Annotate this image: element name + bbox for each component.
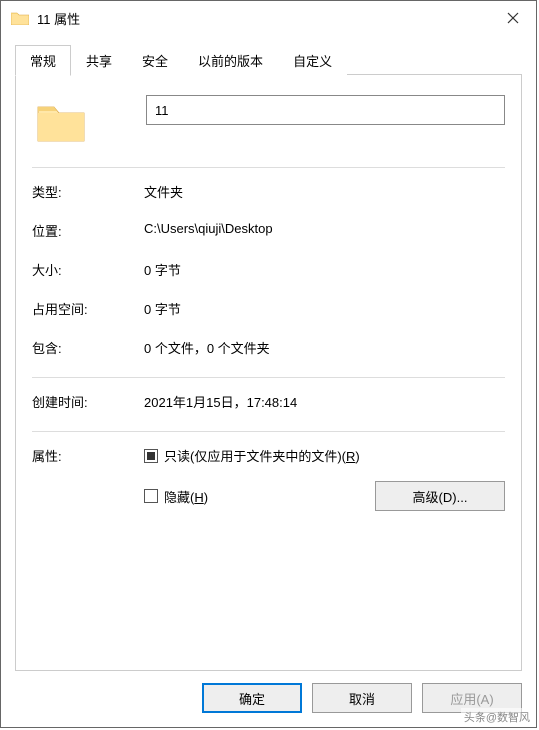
dialog-button-bar: 确定 取消 应用(A)	[1, 671, 536, 727]
readonly-checkbox[interactable]	[144, 449, 158, 463]
cancel-button[interactable]: 取消	[312, 683, 412, 713]
close-button[interactable]	[490, 1, 536, 35]
readonly-hotkey: R	[346, 449, 355, 464]
value-location: C:\Users\qiuji\Desktop	[144, 221, 505, 240]
advanced-button[interactable]: 高级(D)...	[375, 481, 505, 511]
row-contains: 包含: 0 个文件，0 个文件夹	[32, 338, 505, 357]
value-type: 文件夹	[144, 182, 505, 201]
row-created: 创建时间: 2021年1月15日，17:48:14	[32, 392, 505, 411]
watermark: 头条@数智风	[461, 708, 533, 726]
row-location: 位置: C:\Users\qiuji\Desktop	[32, 221, 505, 240]
hidden-label-after: )	[204, 490, 208, 505]
row-type: 类型: 文件夹	[32, 182, 505, 201]
row-size-on-disk: 占用空间: 0 字节	[32, 299, 505, 318]
label-created: 创建时间:	[32, 392, 144, 411]
readonly-label-after: )	[355, 449, 359, 464]
folder-large-icon	[36, 99, 86, 143]
readonly-row: 只读(仅应用于文件夹中的文件)(R)	[144, 446, 505, 465]
hidden-hotkey: H	[194, 490, 203, 505]
hidden-label-text: 隐藏(	[164, 490, 194, 505]
tab-content: 类型: 文件夹 位置: C:\Users\qiuji\Desktop 大小: 0…	[15, 75, 522, 671]
label-type: 类型:	[32, 182, 144, 201]
hidden-advanced-row: 隐藏(H) 高级(D)...	[144, 481, 505, 511]
label-size-on-disk: 占用空间:	[32, 299, 144, 318]
label-contains: 包含:	[32, 338, 144, 357]
header-row	[32, 95, 505, 143]
tab-security[interactable]: 安全	[127, 45, 183, 75]
hidden-label[interactable]: 隐藏(H)	[164, 487, 208, 506]
tab-share[interactable]: 共享	[71, 45, 127, 75]
value-contains: 0 个文件，0 个文件夹	[144, 338, 505, 357]
folder-name-input[interactable]	[146, 95, 505, 125]
attributes-section: 属性: 只读(仅应用于文件夹中的文件)(R) 隐藏(H) 高级(D)...	[32, 446, 505, 511]
value-size-on-disk: 0 字节	[144, 299, 505, 318]
properties-dialog: 11 属性 常规 共享 安全 以前的版本 自定义 类型: 文件夹	[0, 0, 537, 728]
label-location: 位置:	[32, 221, 144, 240]
window-title: 11 属性	[37, 9, 490, 28]
label-attributes: 属性:	[32, 446, 144, 511]
label-size: 大小:	[32, 260, 144, 279]
divider	[32, 377, 505, 378]
divider	[32, 431, 505, 432]
readonly-label[interactable]: 只读(仅应用于文件夹中的文件)(R)	[164, 446, 360, 465]
tab-previous-versions[interactable]: 以前的版本	[183, 45, 278, 75]
row-size: 大小: 0 字节	[32, 260, 505, 279]
readonly-label-text: 只读(仅应用于文件夹中的文件)(	[164, 449, 346, 464]
tab-general[interactable]: 常规	[15, 45, 71, 76]
tab-strip: 常规 共享 安全 以前的版本 自定义	[1, 45, 536, 75]
tab-custom[interactable]: 自定义	[278, 45, 347, 75]
value-created: 2021年1月15日，17:48:14	[144, 392, 505, 411]
hidden-checkbox[interactable]	[144, 489, 158, 503]
titlebar: 11 属性	[1, 1, 536, 35]
value-size: 0 字节	[144, 260, 505, 279]
close-icon	[507, 12, 519, 24]
attributes-controls: 只读(仅应用于文件夹中的文件)(R) 隐藏(H) 高级(D)...	[144, 446, 505, 511]
ok-button[interactable]: 确定	[202, 683, 302, 713]
divider	[32, 167, 505, 168]
hidden-row: 隐藏(H)	[144, 487, 208, 506]
folder-icon	[11, 11, 29, 25]
